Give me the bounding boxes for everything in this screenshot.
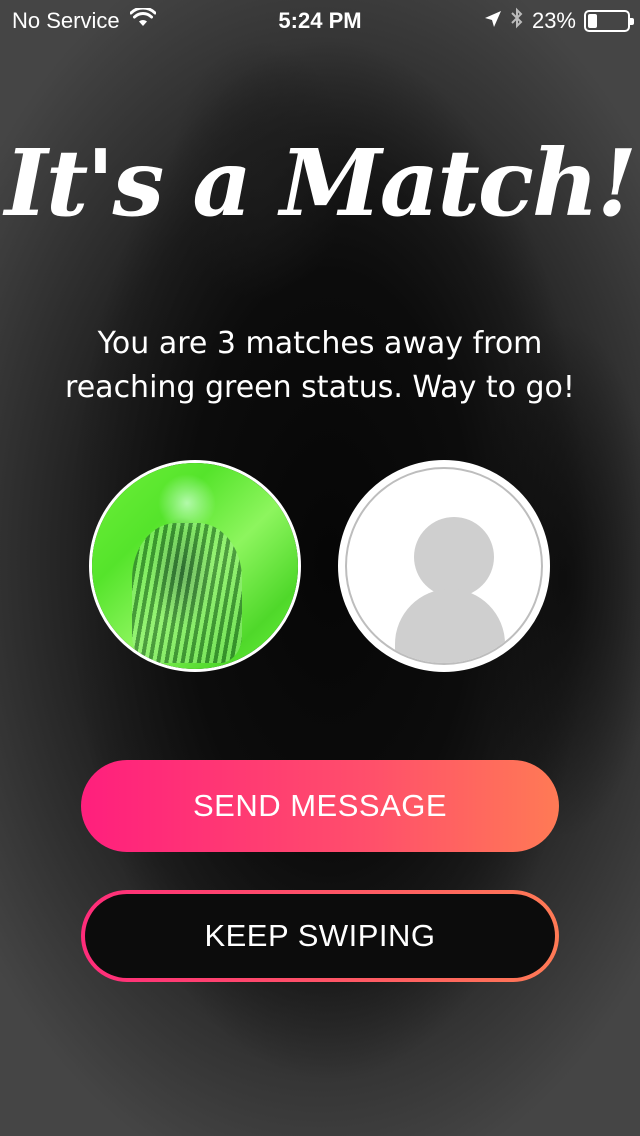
- match-avatar: [338, 460, 550, 672]
- status-bar: No Service 5:24 PM 23%: [0, 0, 640, 40]
- location-arrow-icon: [484, 8, 502, 34]
- keep-swiping-label: KEEP SWIPING: [204, 918, 436, 953]
- send-message-button[interactable]: SEND MESSAGE: [81, 760, 559, 852]
- default-profile-icon: [345, 467, 543, 665]
- send-message-label: SEND MESSAGE: [192, 788, 448, 823]
- match-subtitle: You are 3 matches away from reaching gre…: [65, 326, 575, 405]
- bluetooth-icon: [510, 7, 524, 35]
- user-photo: [92, 463, 298, 669]
- match-title: It's a Match!: [4, 129, 637, 237]
- my-avatar: [89, 460, 301, 672]
- battery-icon: [584, 10, 634, 32]
- battery-percent: 23%: [531, 8, 576, 33]
- keep-swiping-button[interactable]: KEEP SWIPING: [81, 890, 559, 982]
- battery-fill: [588, 14, 597, 28]
